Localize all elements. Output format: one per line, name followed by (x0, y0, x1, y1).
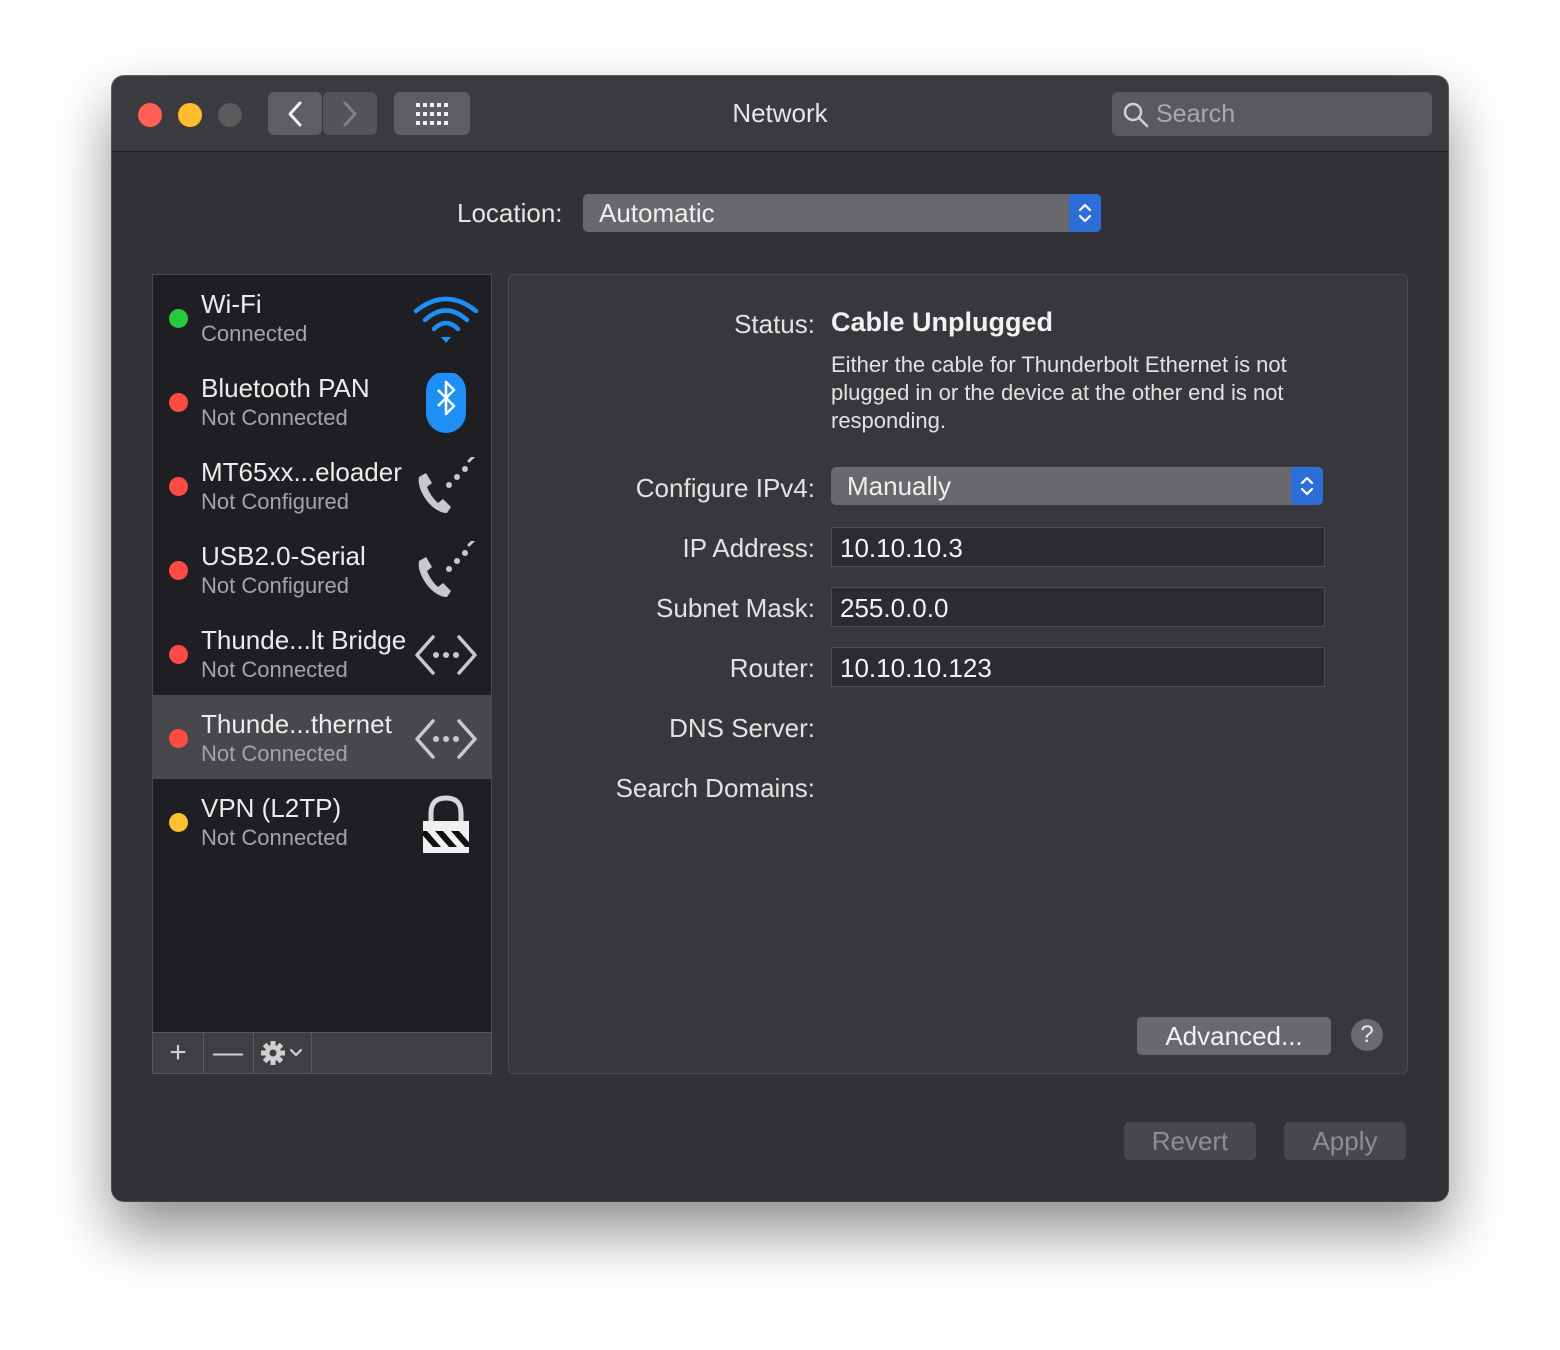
service-status: Connected (201, 321, 308, 346)
status-dot (169, 393, 188, 412)
service-item-mt65xx-preloader[interactable]: MT65xx...eloader Not Configured (153, 443, 491, 527)
service-name: MT65xx...eloader (201, 457, 402, 487)
location-value: Automatic (599, 198, 715, 228)
service-status: Not Configured (201, 489, 349, 514)
service-name: Wi-Fi (201, 289, 262, 319)
service-name: Thunde...lt Bridge (201, 625, 407, 655)
detail-panel: Status: Cable Unplugged Either the cable… (508, 274, 1408, 1074)
router-field[interactable]: 10.10.10.123 (831, 647, 1325, 687)
wifi-icon (413, 296, 479, 343)
bluetooth-icon (426, 373, 466, 433)
service-toolbar: + — (152, 1032, 492, 1074)
status-dot (169, 561, 188, 580)
service-item-usb-serial[interactable]: USB2.0-Serial Not Configured (153, 527, 491, 611)
apply-button[interactable]: Apply (1284, 1122, 1406, 1160)
search-icon (1123, 102, 1149, 128)
service-status: Not Configured (201, 573, 349, 598)
configure-ipv4-popup[interactable]: Manually (831, 467, 1323, 505)
help-button[interactable]: ? (1351, 1019, 1383, 1051)
revert-button[interactable]: Revert (1124, 1122, 1256, 1160)
search-input[interactable] (1156, 92, 1416, 136)
service-item-thunderbolt-bridge[interactable]: Thunde...lt Bridge Not Connected (153, 611, 491, 695)
service-name: VPN (L2TP) (201, 793, 342, 823)
service-status: Not Connected (201, 825, 348, 850)
search-field[interactable] (1112, 92, 1432, 136)
ip-address-label: IP Address: (682, 533, 816, 563)
vpn-lock-icon (423, 795, 469, 853)
configure-ipv4-value: Manually (847, 471, 952, 501)
gear-icon (261, 1041, 303, 1065)
location-label: Location: (457, 198, 563, 228)
service-name: Thunde...thernet (201, 709, 392, 739)
popup-arrows-icon (1291, 467, 1323, 505)
action-menu-button[interactable] (253, 1033, 312, 1073)
service-item-bluetooth-pan[interactable]: Bluetooth PAN Not Connected (153, 359, 491, 443)
dns-server-label: DNS Server: (669, 713, 815, 743)
service-item-vpn-l2tp[interactable]: VPN (L2TP) Not Connected (153, 779, 491, 863)
titlebar: Network (112, 76, 1448, 152)
remove-service-button[interactable]: — (203, 1033, 254, 1073)
search-domains-label: Search Domains: (615, 773, 815, 803)
status-dot (169, 813, 188, 832)
phone-modem-icon (418, 541, 476, 597)
status-label: Status: (734, 309, 815, 339)
configure-ipv4-label: Configure IPv4: (635, 473, 815, 503)
status-dot (169, 477, 188, 496)
status-dot (169, 309, 188, 328)
ethernet-arrows-icon (415, 635, 477, 675)
service-list[interactable]: Wi-Fi Connected Bluetooth PAN Not Connec… (152, 274, 492, 1074)
popup-arrows-icon (1069, 194, 1101, 232)
ethernet-arrows-icon (415, 719, 477, 759)
status-dot (169, 729, 188, 748)
router-label: Router: (729, 653, 815, 683)
status-value: Cable Unplugged (831, 307, 1053, 337)
phone-modem-icon (418, 457, 476, 513)
service-status: Not Connected (201, 741, 348, 766)
advanced-button[interactable]: Advanced... (1137, 1017, 1331, 1055)
service-status: Not Connected (201, 405, 348, 430)
location-popup[interactable]: Automatic (583, 194, 1101, 232)
service-name: USB2.0-Serial (201, 541, 366, 571)
status-dot (169, 645, 188, 664)
service-item-thunderbolt-ethernet[interactable]: Thunde...thernet Not Connected (153, 695, 491, 779)
network-window: Network Location: Automatic Wi-Fi Connec… (112, 76, 1448, 1201)
service-status: Not Connected (201, 657, 348, 682)
add-service-button[interactable]: + (153, 1033, 204, 1073)
service-item-wifi[interactable]: Wi-Fi Connected (153, 275, 491, 359)
subnet-mask-label: Subnet Mask: (656, 593, 815, 623)
status-description: Either the cable for Thunderbolt Etherne… (831, 352, 1287, 433)
ip-address-field[interactable]: 10.10.10.3 (831, 527, 1325, 567)
subnet-mask-field[interactable]: 255.0.0.0 (831, 587, 1325, 627)
service-name: Bluetooth PAN (201, 373, 370, 403)
